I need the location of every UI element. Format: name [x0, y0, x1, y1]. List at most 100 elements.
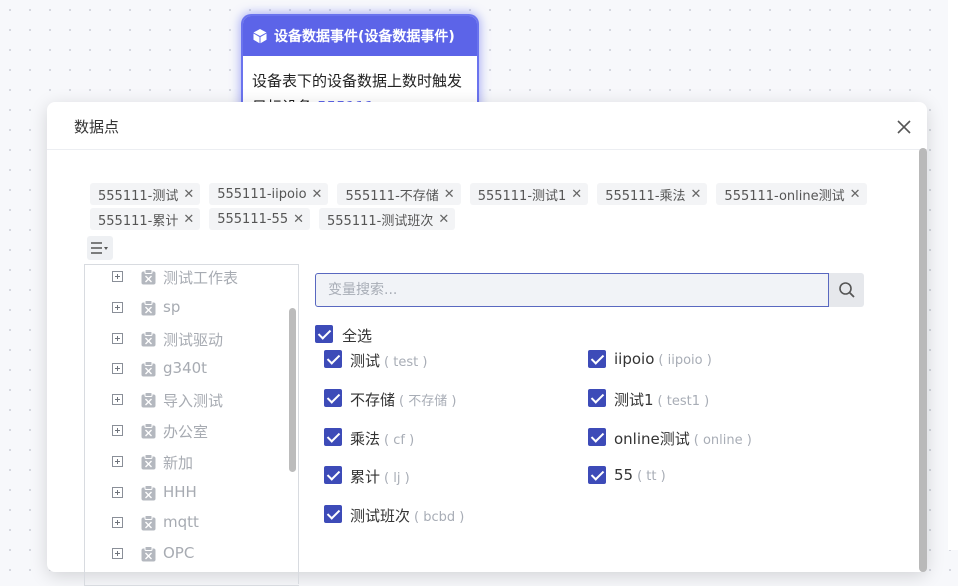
- tag-label: 555111-测试1: [477, 188, 567, 204]
- background-edge: [948, 0, 958, 550]
- tag-label: 555111-online测试: [724, 188, 845, 204]
- expand-icon[interactable]: [112, 271, 123, 282]
- dialog-header: 数据点: [47, 102, 927, 150]
- node-header: 设备数据事件(设备数据事件): [243, 16, 477, 56]
- tree-item-label: sp: [163, 297, 181, 316]
- expand-icon[interactable]: [112, 425, 123, 436]
- tag-remove-icon[interactable]: ✕: [438, 212, 449, 227]
- tag-label: 555111-iipoio: [217, 186, 307, 202]
- expand-icon[interactable]: [112, 455, 123, 467]
- selected-tag: 555111-online测试 ✕: [716, 183, 867, 205]
- data-point-name: iipoio: [614, 350, 655, 368]
- data-point-name: 乘法: [350, 430, 381, 448]
- close-icon[interactable]: [895, 118, 913, 136]
- data-point-label: online测试( online ): [614, 428, 752, 449]
- tree-menu-button[interactable]: [87, 236, 113, 260]
- tree-item[interactable]: HHH: [85, 481, 295, 505]
- data-point-label: 累计( lj ): [350, 466, 410, 487]
- data-point-name: 55: [614, 466, 634, 484]
- expand-icon[interactable]: [112, 332, 123, 344]
- tag-remove-icon[interactable]: ✕: [571, 187, 582, 202]
- data-point-name: 测试班次: [350, 507, 411, 525]
- selected-tag: 555111-累计 ✕: [90, 208, 201, 230]
- device-icon: [141, 361, 156, 377]
- data-point-label: 测试班次( bcbd ): [350, 505, 464, 526]
- data-point-checkbox[interactable]: [588, 466, 606, 484]
- tag-remove-icon[interactable]: ✕: [293, 212, 304, 227]
- device-icon: [141, 546, 156, 562]
- tree-item[interactable]: 导入测试: [85, 388, 295, 412]
- expand-icon[interactable]: [112, 301, 123, 313]
- selected-tag: 555111-测试班次 ✕: [319, 208, 456, 230]
- data-point-checkbox[interactable]: [324, 428, 342, 446]
- tree-item-label: 办公室: [163, 423, 209, 441]
- data-point-label: iipoio( iipoio ): [614, 350, 712, 368]
- tag-remove-icon[interactable]: ✕: [444, 187, 455, 202]
- node-title: 设备数据事件(设备数据事件): [274, 29, 455, 45]
- tree-item[interactable]: 测试驱动: [85, 327, 295, 351]
- data-point-checkbox[interactable]: [588, 389, 606, 407]
- selected-tag: 555111-不存储 ✕: [337, 183, 461, 205]
- expand-icon[interactable]: [112, 363, 123, 375]
- expand-icon[interactable]: [112, 517, 123, 529]
- tree-item-label: 新加: [163, 453, 194, 472]
- tag-remove-icon[interactable]: ✕: [312, 187, 323, 202]
- tree-item-label: 测试驱动: [163, 330, 224, 349]
- tree-item-label: OPC: [163, 544, 195, 563]
- data-point-checkbox[interactable]: [324, 389, 342, 407]
- tag-remove-icon[interactable]: ✕: [183, 212, 194, 227]
- tag-remove-icon[interactable]: ✕: [691, 187, 702, 202]
- select-all-label: 全选: [342, 327, 373, 345]
- device-icon: [141, 484, 156, 501]
- tag-label: 555111-测试班次: [327, 213, 434, 229]
- data-point-checkbox[interactable]: [324, 350, 342, 368]
- device-tree: 测试工作表 sp 测试驱动 g340t 导入测试办公室新加 HHH mqtt OPC: [84, 264, 299, 586]
- tree-item[interactable]: mqtt: [85, 511, 295, 535]
- tag-label: 555111-乘法: [605, 188, 686, 204]
- selected-tag: 555111-测试1 ✕: [469, 183, 589, 205]
- data-point-checkbox[interactable]: [324, 466, 342, 484]
- device-icon: [141, 423, 156, 439]
- expand-icon[interactable]: [112, 486, 123, 498]
- data-point-checkbox[interactable]: [324, 505, 342, 523]
- tree-item[interactable]: sp: [85, 296, 295, 320]
- tag-remove-icon[interactable]: ✕: [183, 187, 194, 202]
- tree-item[interactable]: 测试工作表: [85, 265, 295, 289]
- variable-search-input[interactable]: [315, 273, 829, 307]
- data-point-checkbox[interactable]: [588, 428, 606, 446]
- tree-scrollbar[interactable]: [289, 308, 296, 472]
- dialog-title: 数据点: [74, 118, 120, 136]
- search-button[interactable]: [829, 273, 864, 307]
- dialog-scrollbar[interactable]: [919, 148, 927, 572]
- device-icon: [141, 392, 156, 408]
- tag-label: 555111-累计: [98, 213, 179, 229]
- tree-item-label: g340t: [163, 359, 208, 378]
- data-point-label: 测试1( test1 ): [614, 389, 709, 410]
- data-point-code: ( tt ): [637, 469, 666, 484]
- expand-icon[interactable]: [112, 394, 123, 406]
- data-point-code: ( test ): [384, 355, 428, 370]
- data-points-dialog: 数据点 555111-测试 ✕ 555111-iipoio ✕ 555111-不存储 ✕ 5…: [47, 102, 927, 586]
- data-point-code: ( cf ): [384, 433, 415, 448]
- tree-item[interactable]: 办公室: [85, 419, 295, 443]
- data-point-checkbox[interactable]: [588, 350, 606, 368]
- data-point-code: ( lj ): [384, 471, 410, 486]
- select-all-checkbox[interactable]: [315, 325, 333, 343]
- tree-item[interactable]: 新加: [85, 450, 295, 474]
- selected-tag: 555111-55 ✕: [209, 208, 310, 230]
- tag-label: 555111-55: [217, 211, 289, 227]
- data-point-code: ( test1 ): [657, 394, 710, 409]
- tree-item[interactable]: g340t: [85, 357, 295, 381]
- data-point-name: 累计: [350, 468, 381, 486]
- data-point-name: 测试: [350, 352, 381, 370]
- tag-remove-icon[interactable]: ✕: [850, 187, 861, 202]
- tree-item-label: 测试工作表: [163, 269, 239, 287]
- data-point-label: 乘法( cf ): [350, 428, 414, 449]
- data-point-label: 测试( test ): [350, 350, 427, 371]
- tag-label: 555111-不存储: [345, 188, 439, 204]
- selected-tag: 555111-测试 ✕: [90, 183, 201, 205]
- data-point-name: 测试1: [614, 391, 654, 409]
- data-point-code: ( online ): [693, 433, 752, 448]
- tag-row-1: 555111-测试 ✕ 555111-iipoio ✕ 555111-不存储 ✕ 55511…: [90, 183, 876, 205]
- tree-item[interactable]: OPC: [85, 542, 295, 566]
